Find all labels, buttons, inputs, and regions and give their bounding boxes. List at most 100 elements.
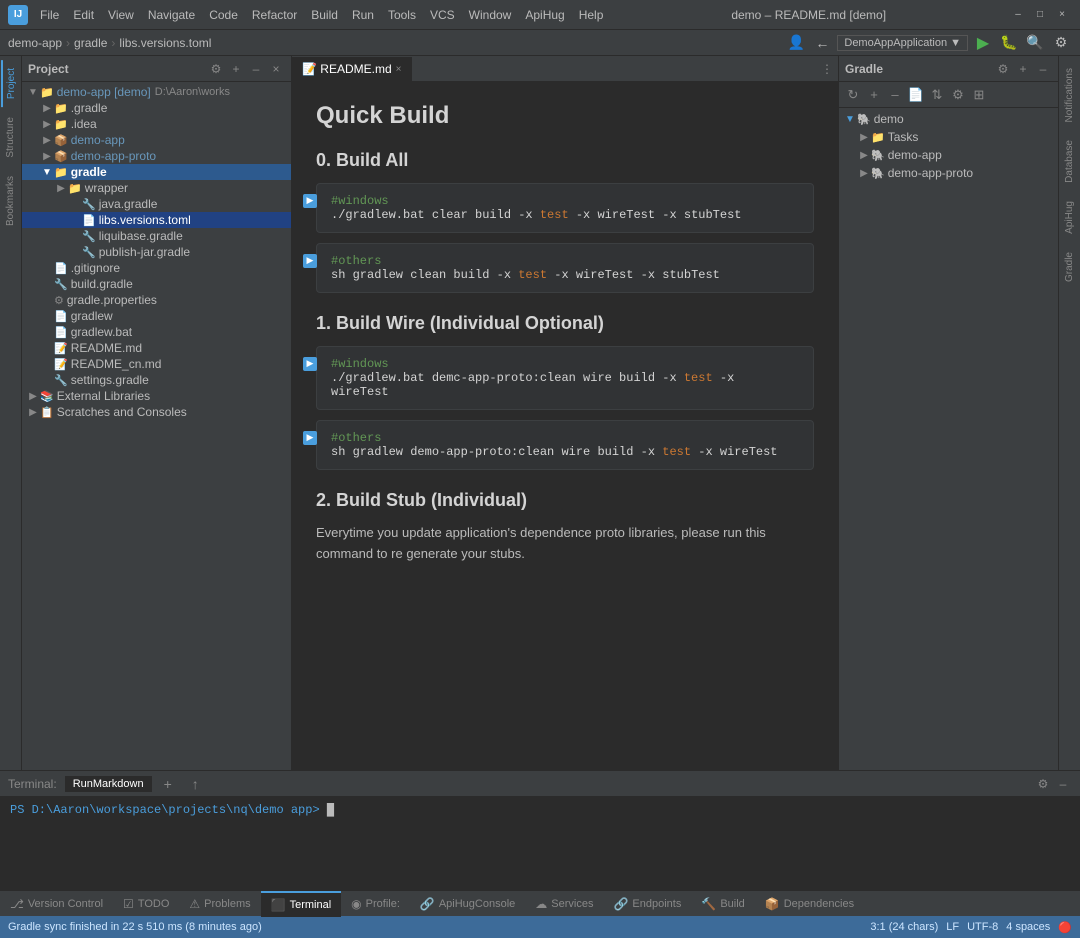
- apihug-tab[interactable]: ApiHug: [1061, 193, 1078, 242]
- breadcrumb-file[interactable]: libs.versions.toml: [119, 36, 211, 50]
- database-tab[interactable]: Database: [1061, 132, 1078, 191]
- tab-readme-close[interactable]: ×: [396, 64, 402, 75]
- gradle-collapse-icon[interactable]: –: [1034, 60, 1052, 78]
- line-ending[interactable]: LF: [946, 921, 959, 934]
- tree-item-libs-versions[interactable]: 📄 libs.versions.toml: [22, 212, 291, 228]
- settings-icon[interactable]: ⚙: [1050, 32, 1072, 54]
- menu-build[interactable]: Build: [305, 6, 344, 24]
- menu-help[interactable]: Help: [573, 6, 610, 24]
- project-panel-close[interactable]: ×: [267, 60, 285, 78]
- menu-tools[interactable]: Tools: [382, 6, 422, 24]
- menu-vcs[interactable]: VCS: [424, 6, 461, 24]
- terminal-content[interactable]: PS D:\Aaron\workspace\projects\nq\demo a…: [0, 797, 1080, 890]
- back-icon[interactable]: ←: [811, 32, 833, 54]
- bottom-tab-build[interactable]: 🔨 Build: [691, 891, 754, 917]
- tree-item-wrapper[interactable]: ▶ 📁 wrapper: [22, 180, 291, 196]
- tree-item-gradle-hidden[interactable]: ▶ 📁 .gradle: [22, 100, 291, 116]
- vcs-icon[interactable]: 👤: [785, 32, 807, 54]
- project-tab[interactable]: Project: [1, 60, 20, 107]
- notifications-tab[interactable]: Notifications: [1061, 60, 1078, 130]
- cursor-position[interactable]: 3:1 (24 chars): [870, 921, 938, 934]
- indent-settings[interactable]: 4 spaces: [1006, 921, 1050, 934]
- tree-item-gradlew[interactable]: 📄 gradlew: [22, 308, 291, 324]
- gradle-refresh-icon[interactable]: ↻: [843, 85, 863, 105]
- tree-item-demo-app-module[interactable]: ▶ 📦 demo-app: [22, 132, 291, 148]
- breadcrumb-demo-app[interactable]: demo-app: [8, 36, 62, 50]
- menu-edit[interactable]: Edit: [67, 6, 100, 24]
- menu-window[interactable]: Window: [463, 6, 518, 24]
- run-button[interactable]: ▶: [972, 32, 994, 54]
- tree-item-idea[interactable]: ▶ 📁 .idea: [22, 116, 291, 132]
- gradle-minus-icon[interactable]: –: [885, 85, 905, 105]
- run-arrow-3[interactable]: ▶: [303, 357, 317, 371]
- tree-item-demo-app-proto[interactable]: ▶ 📦 demo-app-proto: [22, 148, 291, 164]
- bottom-tab-todo[interactable]: ☑ TODO: [113, 891, 179, 917]
- menu-run[interactable]: Run: [346, 6, 380, 24]
- tree-item-readme[interactable]: 📝 README.md: [22, 340, 291, 356]
- tab-readme[interactable]: 📝 README.md ×: [292, 57, 412, 81]
- gradle-item-demo-app-proto[interactable]: ▶ 🐘 demo-app-proto: [839, 164, 1058, 182]
- error-indicator[interactable]: 🔴: [1058, 921, 1072, 934]
- tree-item-gradle[interactable]: ▼ 📁 gradle: [22, 164, 291, 180]
- close-button[interactable]: ×: [1052, 5, 1072, 25]
- tree-item-liquibase[interactable]: 🔧 liquibase.gradle: [22, 228, 291, 244]
- tree-item-external-libs[interactable]: ▶ 📚 External Libraries: [22, 388, 291, 404]
- run-arrow-1[interactable]: ▶: [303, 194, 317, 208]
- bottom-tab-terminal[interactable]: ⬛ Terminal: [261, 891, 342, 917]
- run-arrow-4[interactable]: ▶: [303, 431, 317, 445]
- gradle-script-icon[interactable]: 📄: [906, 85, 926, 105]
- bottom-tab-profile[interactable]: ◉ Profile:: [341, 891, 410, 917]
- bottom-tab-services[interactable]: ☁ Services: [525, 891, 603, 917]
- tree-item-scratches[interactable]: ▶ 📋 Scratches and Consoles: [22, 404, 291, 420]
- project-panel-collapse[interactable]: –: [247, 60, 265, 78]
- gradle-expand-icon[interactable]: +: [1014, 60, 1032, 78]
- bottom-tab-endpoints[interactable]: 🔗 Endpoints: [603, 891, 691, 917]
- bottom-tab-problems[interactable]: ⚠ Problems: [179, 891, 260, 917]
- bottom-tab-version-control[interactable]: ⎇ Version Control: [0, 891, 113, 917]
- terminal-tab-up[interactable]: ↑: [184, 774, 207, 794]
- project-panel-settings[interactable]: ⚙: [207, 60, 225, 78]
- menu-refactor[interactable]: Refactor: [246, 6, 303, 24]
- tree-item-readme-cn[interactable]: 📝 README_cn.md: [22, 356, 291, 372]
- gradle-sort-icon[interactable]: ⇅: [927, 85, 947, 105]
- bottom-tab-apihug[interactable]: 🔗 ApiHugConsole: [410, 891, 525, 917]
- structure-tab[interactable]: Structure: [2, 109, 19, 166]
- terminal-tab-run[interactable]: RunMarkdown: [65, 776, 152, 792]
- breadcrumb-gradle[interactable]: gradle: [74, 36, 107, 50]
- gradle-item-tasks[interactable]: ▶ 📁 Tasks: [839, 128, 1058, 146]
- gradle-link-icon[interactable]: +: [864, 85, 884, 105]
- tree-item-java-gradle[interactable]: 🔧 java.gradle: [22, 196, 291, 212]
- terminal-tab-new[interactable]: +: [156, 774, 180, 794]
- project-panel-expand[interactable]: +: [227, 60, 245, 78]
- bottom-tab-dependencies[interactable]: 📦 Dependencies: [755, 891, 864, 917]
- editor-content[interactable]: Quick Build 0. Build All ▶ #windows ./gr…: [292, 82, 838, 770]
- bookmarks-tab[interactable]: Bookmarks: [2, 168, 19, 234]
- debug-button[interactable]: 🐛: [998, 32, 1020, 54]
- menu-code[interactable]: Code: [203, 6, 244, 24]
- search-icon[interactable]: 🔍: [1024, 32, 1046, 54]
- gradle-expand-all-icon[interactable]: ⊞: [969, 85, 989, 105]
- menu-navigate[interactable]: Navigate: [142, 6, 201, 24]
- run-arrow-2[interactable]: ▶: [303, 254, 317, 268]
- gradle-item-demo[interactable]: ▼ 🐘 demo: [839, 110, 1058, 128]
- terminal-settings-icon[interactable]: ⚙: [1034, 775, 1052, 793]
- run-configuration[interactable]: DemoAppApplication ▼: [837, 35, 968, 51]
- tree-item-gradlew-bat[interactable]: 📄 gradlew.bat: [22, 324, 291, 340]
- minimize-button[interactable]: –: [1008, 5, 1028, 25]
- menu-apihug[interactable]: ApiHug: [519, 6, 570, 24]
- tree-item-gitignore[interactable]: 📄 .gitignore: [22, 260, 291, 276]
- tree-item-gradle-properties[interactable]: ⚙ gradle.properties: [22, 292, 291, 308]
- tree-item-demo-app[interactable]: ▼ 📁 demo-app [demo] D:\Aaron\works: [22, 84, 291, 100]
- menu-file[interactable]: File: [34, 6, 65, 24]
- tree-item-build-gradle[interactable]: 🔧 build.gradle: [22, 276, 291, 292]
- tree-item-publish-jar[interactable]: 🔧 publish-jar.gradle: [22, 244, 291, 260]
- tree-item-settings[interactable]: 🔧 settings.gradle: [22, 372, 291, 388]
- gradle-side-tab[interactable]: Gradle: [1061, 244, 1078, 290]
- gradle-filter-icon[interactable]: ⚙: [948, 85, 968, 105]
- menu-view[interactable]: View: [102, 6, 140, 24]
- tab-menu-icon[interactable]: ⋮: [816, 57, 838, 81]
- encoding[interactable]: UTF-8: [967, 921, 998, 934]
- gradle-item-demo-app[interactable]: ▶ 🐘 demo-app: [839, 146, 1058, 164]
- gradle-settings-icon[interactable]: ⚙: [994, 60, 1012, 78]
- terminal-close-icon[interactable]: –: [1054, 775, 1072, 793]
